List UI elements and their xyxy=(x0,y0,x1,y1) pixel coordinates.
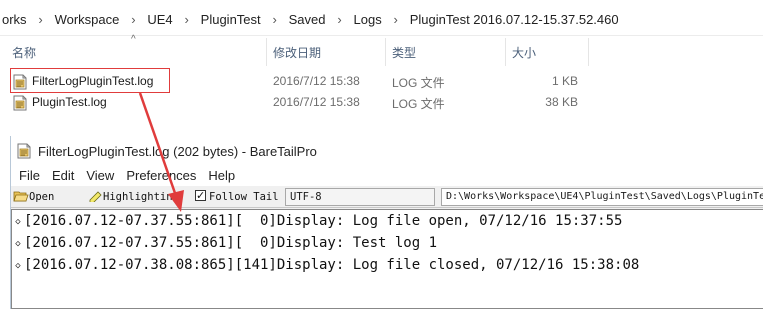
breadcrumb: orks › Workspace › UE4 › PluginTest › Sa… xyxy=(0,12,621,27)
annotation-highlight-box xyxy=(10,68,170,93)
breadcrumb-plugintest[interactable]: PluginTest xyxy=(199,12,263,27)
breadcrumb-works[interactable]: orks xyxy=(0,12,29,27)
breadcrumb-logs[interactable]: Logs xyxy=(352,12,384,27)
highlighting-label: Highlighting xyxy=(103,191,179,203)
menu-bar: File Edit View Preferences Help xyxy=(11,166,763,186)
file-row[interactable]: PluginTest.log 2016/7/12 15:38 LOG 文件 38… xyxy=(0,92,763,114)
column-header-type[interactable]: 类型 xyxy=(392,44,416,61)
file-date: 2016/7/12 15:38 xyxy=(273,95,360,109)
log-line-text: [2016.07.12-07.37.55:861][ 0]Display: Te… xyxy=(24,235,438,251)
column-divider[interactable] xyxy=(385,38,386,66)
follow-tail-toggle[interactable]: Follow Tail xyxy=(195,187,279,206)
column-headers: 名称 修改日期 类型 大小 xyxy=(0,44,763,62)
follow-tail-checkbox[interactable] xyxy=(195,187,206,205)
file-name: PluginTest.log xyxy=(32,95,107,109)
encoding-select[interactable]: UTF-8 xyxy=(285,188,435,206)
log-line: ◇ [2016.07.12-07.38.08:865][141]Display: … xyxy=(12,254,763,276)
menu-view[interactable]: View xyxy=(86,166,114,186)
baretail-window: FilterLogPluginTest.log (202 bytes) - Ba… xyxy=(10,136,763,309)
line-marker-icon: ◇ xyxy=(15,261,21,271)
file-type: LOG 文件 xyxy=(392,76,445,90)
highlighter-pen-icon xyxy=(89,191,102,204)
chevron-right-icon[interactable]: › xyxy=(263,12,287,27)
breadcrumb-saved[interactable]: Saved xyxy=(287,12,328,27)
line-marker-icon: ◇ xyxy=(15,217,21,227)
file-type: LOG 文件 xyxy=(392,97,445,111)
chevron-right-icon[interactable]: › xyxy=(175,12,199,27)
log-line: ◇ [2016.07.12-07.37.55:861][ 0]Display: T… xyxy=(12,232,763,254)
follow-tail-label: Follow Tail xyxy=(209,191,279,203)
log-file-icon xyxy=(13,95,27,111)
menu-file[interactable]: File xyxy=(19,166,40,186)
column-header-date[interactable]: 修改日期 xyxy=(273,44,321,61)
menu-preferences[interactable]: Preferences xyxy=(126,166,196,186)
column-divider[interactable] xyxy=(588,38,589,66)
highlighting-button[interactable]: Highlighting xyxy=(87,188,179,206)
column-header-name[interactable]: 名称 xyxy=(12,44,36,61)
window-title-bar[interactable]: FilterLogPluginTest.log (202 bytes) - Ba… xyxy=(11,136,763,166)
column-divider[interactable] xyxy=(505,38,506,66)
log-view[interactable]: ◇ [2016.07.12-07.37.55:861][ 0]Display: L… xyxy=(11,209,763,309)
chevron-right-icon[interactable]: › xyxy=(384,12,408,27)
log-line: ◇ [2016.07.12-07.37.55:861][ 0]Display: L… xyxy=(12,210,763,232)
breadcrumb-workspace[interactable]: Workspace xyxy=(53,12,122,27)
chevron-right-icon[interactable]: › xyxy=(121,12,145,27)
toolbar: Open Highlighting Follow Tail UTF-8 D:\W… xyxy=(11,186,763,208)
chevron-right-icon[interactable]: › xyxy=(328,12,352,27)
line-marker-icon: ◇ xyxy=(15,239,21,249)
folder-open-icon xyxy=(13,191,29,202)
menu-edit[interactable]: Edit xyxy=(52,166,74,186)
file-path-field[interactable]: D:\Works\Workspace\UE4\PluginTest\Saved\… xyxy=(441,188,763,206)
breadcrumb-ue4[interactable]: UE4 xyxy=(145,12,174,27)
file-date: 2016/7/12 15:38 xyxy=(273,74,360,88)
chevron-right-icon[interactable]: › xyxy=(29,12,53,27)
open-button[interactable]: Open xyxy=(13,188,54,206)
log-file-icon xyxy=(17,143,31,159)
open-label: Open xyxy=(29,191,55,203)
file-explorer: orks › Workspace › UE4 › PluginTest › Sa… xyxy=(0,0,763,135)
log-line-text: [2016.07.12-07.37.55:861][ 0]Display: Lo… xyxy=(24,213,623,229)
column-header-size[interactable]: 大小 xyxy=(512,44,536,61)
menu-help[interactable]: Help xyxy=(208,166,235,186)
log-line-text: [2016.07.12-07.38.08:865][141]Display: L… xyxy=(24,257,640,273)
file-size: 1 KB xyxy=(551,74,578,88)
breadcrumb-current-folder[interactable]: PluginTest 2016.07.12-15.37.52.460 xyxy=(408,12,621,27)
column-divider[interactable] xyxy=(266,38,267,66)
address-bar[interactable]: orks › Workspace › UE4 › PluginTest › Sa… xyxy=(0,2,763,36)
file-size: 38 KB xyxy=(545,95,578,109)
window-title: FilterLogPluginTest.log (202 bytes) - Ba… xyxy=(38,144,317,159)
